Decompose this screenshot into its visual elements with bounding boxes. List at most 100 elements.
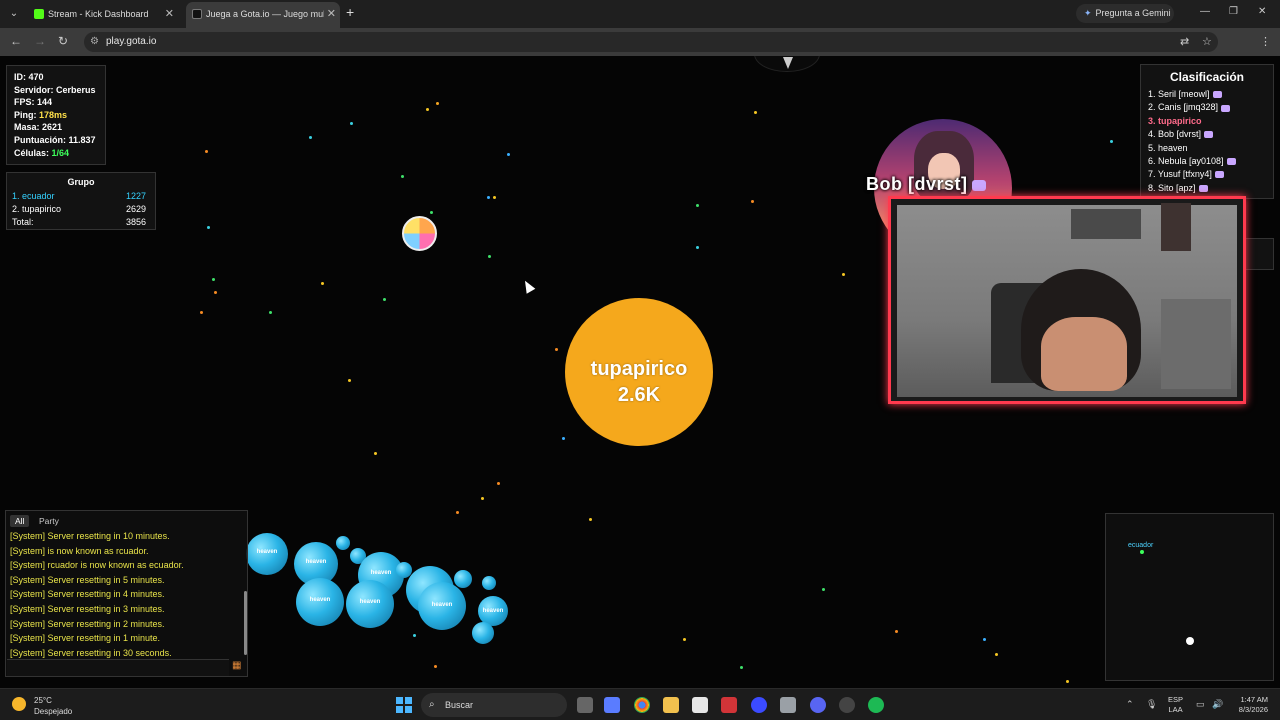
bot-icon [1226,158,1236,166]
app-blue-icon[interactable] [751,697,767,713]
stat-id: ID: 470 [14,72,44,82]
new-tab-button[interactable]: + [346,4,354,20]
game-canvas[interactable]: ID: 470 Servidor: Cerberus FPS: 144 Ping… [0,56,1280,688]
language-indicator[interactable]: ESP LAA [1168,695,1183,715]
food-pellet [321,282,324,285]
minimap: ecuador [1105,513,1274,681]
mouse-cursor-icon [520,278,536,294]
volume-icon[interactable]: 🔊 [1212,699,1223,710]
reload-icon[interactable]: ↻ [58,34,68,48]
bookmark-star-icon[interactable]: ☆ [1202,35,1212,48]
leaderboard-entry: 2. Canis [jmq328] [1148,101,1266,114]
chat-message: [System] is now known as rcuador. [10,545,149,556]
tab-kick-dashboard[interactable]: Stream - Kick Dashboard ✕ [28,2,178,28]
group-total-row: Total: 3856 [12,216,150,229]
food-pellet [401,175,404,178]
food-pellet [426,108,429,111]
enemy-split-cell: heaven [346,580,394,628]
group-member-name: 1. ecuador [12,191,55,201]
spotify-icon[interactable] [868,697,884,713]
site-info-icon[interactable]: ⚙ [90,32,99,52]
kick-favicon-icon [34,9,44,19]
file-explorer-icon[interactable] [663,697,679,713]
food-pellet [374,452,377,455]
chat-message: [System] Server resetting in 1 minute. [10,633,161,644]
player-mass: 2.6K [617,384,661,406]
bot-icon [1221,104,1231,112]
leaderboard-entry-name: 5. heaven [1148,142,1188,153]
food-pellet [434,665,437,668]
cells-value: 1/64 [51,147,70,158]
food-pellet [348,379,351,382]
food-pellet [740,666,743,669]
chat-message: [System] Server resetting in 2 minutes. [10,618,165,629]
ping-label: Ping: [14,109,39,120]
enemy-split-cell [336,536,350,550]
url-field[interactable]: ⚙ play.gota.io [84,32,1218,52]
restore-icon[interactable]: ❐ [1229,6,1238,17]
chrome-icon[interactable] [634,697,650,713]
cell-label: heaven [431,602,453,608]
clock[interactable]: 1:47 AM 8/3/2026 [1226,695,1268,715]
gota-favicon-icon [192,9,202,19]
leaderboard-entry: 8. Sito [apz] [1148,182,1266,195]
leaderboard-entry: 7. Yusuf [tfxny4] [1148,168,1266,181]
leaderboard-entry: 1. Seril [meowl] [1148,88,1266,101]
widgets-icon[interactable] [604,697,620,713]
bot-icon [1198,184,1208,192]
tab-title: Juega a Gota.io — Juego multij [206,9,324,19]
leaderboard-entry-name: 6. Nebula [ay0108] [1148,155,1224,166]
player-name: tupapirico [590,358,688,380]
windows-start-icon[interactable] [396,697,412,713]
microphone-icon[interactable]: 🎙 [1146,699,1157,710]
translate-icon[interactable]: ⇄ [1180,35,1189,48]
food-pellet [754,111,757,114]
leaderboard-entry-name: 2. Canis [jmq328] [1148,102,1219,113]
chat-input[interactable] [7,659,229,676]
app-icon[interactable] [692,697,708,713]
menu-dots-icon[interactable]: ⋮ [1260,35,1271,48]
taskbar-search[interactable]: ⌕ Buscar [421,693,567,717]
tab-search-icon[interactable]: ⌄ [6,6,22,22]
enemy-split-cell [472,622,494,644]
chat-message: [System] Server resetting in 10 minutes. [10,531,170,541]
back-icon[interactable]: ← [10,34,22,48]
food-pellet [497,482,500,485]
windows-taskbar: 25°C Despejado ⌕ Buscar ⌃ 🎙 ESP LAA ▭ 🔊 … [0,688,1280,720]
tab-gota-io[interactable]: Juega a Gota.io — Juego multij ✕ [186,2,340,28]
group-panel: Grupo 1. ecuador 1227 2. tupapirico 2629 T… [6,172,156,230]
tray-chevron-icon[interactable]: ⌃ [1126,699,1134,710]
close-window-icon[interactable]: ✕ [1258,6,1266,17]
close-tab-icon[interactable]: ✕ [165,2,174,26]
chat-tab-all[interactable]: All [10,515,30,527]
discord-icon[interactable] [810,697,826,713]
webcam-overlay [888,196,1246,404]
chat-scrollbar[interactable] [244,591,247,655]
search-icon: ⌕ [429,699,435,710]
bot-icon [971,179,986,191]
app-red-icon[interactable] [721,697,737,713]
enemy-split-cell [454,570,472,588]
forward-icon[interactable]: → [34,34,46,48]
gemini-button[interactable]: ✦ Pregunta a Gemini [1076,4,1174,23]
network-icon[interactable]: ▭ [1196,699,1205,710]
browser-tab-bar: ⌄ Stream - Kick Dashboard ✕ Juega a Gota… [0,0,1280,28]
webcam-poster [1161,203,1191,251]
group-row: 1. ecuador 1227 [12,190,150,203]
leaderboard-entry-name: 8. Sito [apz] [1148,182,1196,193]
obs-icon[interactable] [839,697,855,713]
leaderboard-entry: 5. heaven [1148,142,1266,155]
leaderboard-entry-name: 4. Bob [dvrst] [1148,129,1202,140]
task-view-icon[interactable] [577,697,593,713]
cells-label: Células: [14,147,52,158]
gemini-sparkle-icon: ✦ [1084,8,1092,18]
chat-tab-party[interactable]: Party [34,515,64,527]
enemy-cell-name: Bob [dvrst] [866,174,986,195]
minimize-icon[interactable]: — [1200,6,1210,17]
enemy-split-cell [482,576,496,590]
chat-emote-icon[interactable]: ▦ [232,660,246,674]
food-pellet [436,102,439,105]
food-pellet [995,653,998,656]
close-tab-icon[interactable]: ✕ [327,2,336,26]
controller-icon[interactable] [780,697,796,713]
